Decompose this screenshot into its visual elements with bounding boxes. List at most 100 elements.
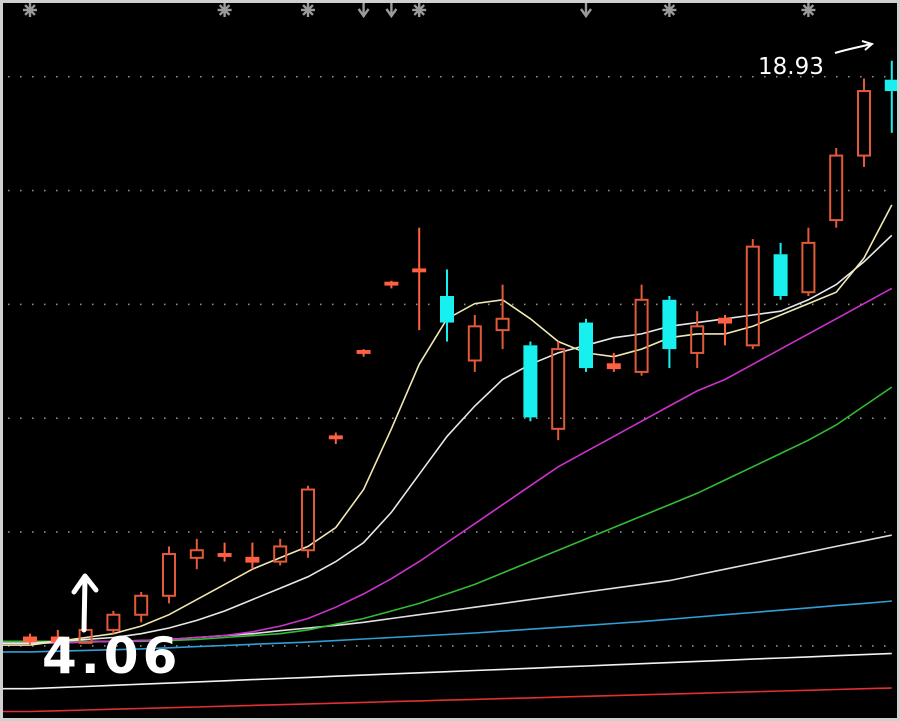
grid-dot xyxy=(176,189,178,192)
candle xyxy=(189,538,204,570)
grid-dot xyxy=(704,531,706,533)
candle xyxy=(579,318,593,372)
candle xyxy=(412,227,427,331)
grid-dot xyxy=(704,75,706,78)
grid-dot xyxy=(404,189,406,192)
grid-dot xyxy=(284,75,286,78)
grid-dot xyxy=(68,75,70,78)
grid-dot xyxy=(788,417,790,420)
candle-body xyxy=(718,317,732,324)
grid-dot xyxy=(44,303,46,306)
grid-dot xyxy=(440,189,442,192)
grid-dot xyxy=(596,531,598,533)
grid-dot xyxy=(836,75,838,78)
candle-body xyxy=(301,488,315,552)
grid-dot xyxy=(140,417,142,420)
grid-dot xyxy=(536,75,538,78)
grid-dot xyxy=(260,645,262,647)
grid-dot xyxy=(620,645,622,647)
grid-dot xyxy=(848,189,850,192)
grid-dot xyxy=(632,189,634,192)
grid-dot xyxy=(308,417,310,420)
grid-dot xyxy=(296,303,298,306)
grid-dot xyxy=(8,189,10,192)
grid-dot xyxy=(152,189,154,192)
grid-dot xyxy=(872,303,874,306)
grid-dot xyxy=(248,189,250,192)
grid-dot xyxy=(620,189,622,192)
grid-dot xyxy=(572,303,574,306)
grid-dot xyxy=(884,417,886,420)
grid-dot xyxy=(380,531,382,533)
grid-dot xyxy=(308,189,310,192)
grid-dot xyxy=(836,531,838,533)
grid-dot xyxy=(656,189,658,192)
grid-dot xyxy=(680,645,682,647)
grid-dot xyxy=(440,417,442,420)
grid-dot xyxy=(128,417,130,420)
grid-dot xyxy=(776,303,778,306)
candle xyxy=(745,239,760,350)
grid-dot xyxy=(548,417,550,420)
grid-dot xyxy=(560,75,562,78)
grid-dot xyxy=(512,417,514,420)
grid-dot xyxy=(440,75,442,78)
grid-dot xyxy=(704,645,706,647)
grid-dot xyxy=(440,645,442,647)
grid-dot xyxy=(716,417,718,420)
grid-dot xyxy=(104,189,106,192)
candle xyxy=(245,542,260,570)
grid-dot xyxy=(20,189,22,192)
candle xyxy=(328,432,343,444)
grid-dot xyxy=(248,303,250,306)
grid-dot xyxy=(284,303,286,306)
grid-dot xyxy=(608,303,610,306)
grid-dot xyxy=(92,531,94,533)
grid-dot xyxy=(416,189,418,192)
grid-dot xyxy=(152,303,154,306)
grid-dot xyxy=(332,417,334,420)
grid-dot xyxy=(188,75,190,78)
grid-dot xyxy=(344,531,346,533)
grid-dot xyxy=(200,189,202,192)
grid-dot xyxy=(248,417,250,420)
grid-dot xyxy=(512,303,514,306)
arrow-marker xyxy=(385,2,398,19)
grid-dot xyxy=(812,417,814,420)
grid-dot xyxy=(260,189,262,192)
grid-dot xyxy=(824,645,826,647)
grid-dot xyxy=(536,417,538,420)
grid-dot xyxy=(452,645,454,647)
grid-dot xyxy=(728,645,730,647)
grid-dot xyxy=(8,531,10,533)
grid-dot xyxy=(692,75,694,78)
grid-dot xyxy=(512,189,514,192)
grid-dot xyxy=(116,303,118,306)
grid-dot xyxy=(68,189,70,192)
grid-dot xyxy=(464,75,466,78)
candle xyxy=(467,314,482,372)
grid-dot xyxy=(740,531,742,533)
grid-dot xyxy=(272,303,274,306)
grid-dot xyxy=(608,75,610,78)
grid-dot xyxy=(572,75,574,78)
grid-dot xyxy=(536,189,538,192)
grid-dot xyxy=(524,189,526,192)
candle-body xyxy=(662,299,677,350)
grid-dot xyxy=(476,75,478,78)
candle-body xyxy=(745,245,760,347)
grid-dot xyxy=(404,531,406,533)
grid-dot xyxy=(332,645,334,647)
candle-body xyxy=(328,435,343,440)
grid-dot xyxy=(92,303,94,306)
grid-dot xyxy=(152,531,154,533)
grid-dot xyxy=(824,75,826,78)
grid-dot xyxy=(560,531,562,533)
candle-body xyxy=(551,348,566,430)
grid-dot xyxy=(644,303,646,306)
grid-dot xyxy=(656,75,658,78)
grid-dot xyxy=(200,75,202,78)
grid-dot xyxy=(704,303,706,306)
grid-dot xyxy=(596,645,598,647)
grid-dot xyxy=(416,417,418,420)
